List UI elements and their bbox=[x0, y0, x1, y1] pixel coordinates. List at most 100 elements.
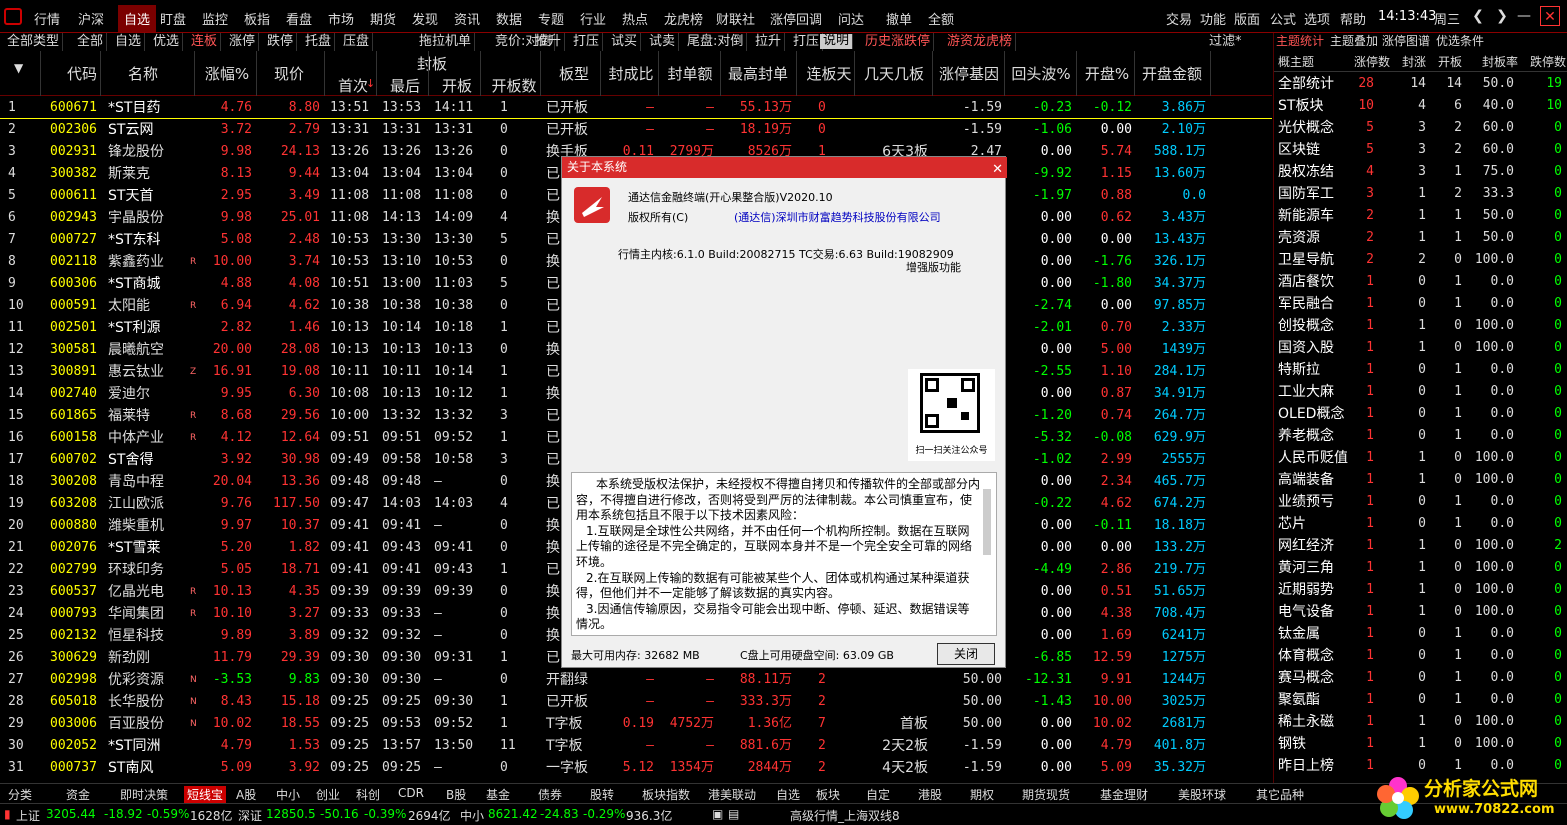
theme-row[interactable]: 壳资源 2 1 1 50.0 0 bbox=[1274, 227, 1567, 249]
filter-18[interactable]: 说明 bbox=[820, 34, 854, 49]
bottom-tab-8[interactable]: CDR bbox=[398, 786, 424, 800]
theme-row[interactable]: 光伏概念 5 3 2 60.0 0 bbox=[1274, 117, 1567, 139]
header-18[interactable]: 开盘金额 bbox=[1136, 63, 1208, 84]
theme-row[interactable]: 人民币贬值 1 1 0 100.0 0 bbox=[1274, 447, 1567, 469]
theme-row[interactable]: 业绩预亏 1 0 1 0.0 0 bbox=[1274, 491, 1567, 513]
feed-name[interactable]: 高级行情_上海双线8 bbox=[790, 807, 900, 824]
menu-2[interactable]: 自选 bbox=[118, 5, 157, 32]
table-row[interactable]: 29 003006 百亚股份 N 10.02 18.55 09:25 09:53 09:52 1 T… bbox=[0, 713, 1272, 735]
bottom-tab-6[interactable]: 创业 bbox=[316, 786, 340, 803]
back-icon[interactable]: ❮ bbox=[1468, 6, 1488, 26]
menu-5[interactable]: 板指 bbox=[244, 9, 270, 28]
theme-header-4[interactable]: 封板率 bbox=[1482, 53, 1518, 70]
theme-row[interactable]: 赛马概念 1 0 1 0.0 0 bbox=[1274, 667, 1567, 689]
header-2[interactable]: 涨幅% bbox=[198, 63, 256, 84]
theme-row[interactable]: 网红经济 1 1 0 100.0 2 bbox=[1274, 535, 1567, 557]
bottom-tab-13[interactable]: 板块指数 bbox=[642, 786, 690, 803]
bottom-tab-7[interactable]: 科创 bbox=[356, 786, 380, 803]
theme-row[interactable]: 酒店餐饮 1 0 1 0.0 0 bbox=[1274, 271, 1567, 293]
theme-row[interactable]: 电气设备 1 1 0 100.0 0 bbox=[1274, 601, 1567, 623]
theme-row[interactable]: 养老概念 1 0 1 0.0 0 bbox=[1274, 425, 1567, 447]
theme-header-5[interactable]: 跌停数 bbox=[1530, 53, 1566, 70]
theme-row[interactable]: 芯片 1 0 1 0.0 0 bbox=[1274, 513, 1567, 535]
bottom-tab-11[interactable]: 债券 bbox=[538, 786, 562, 803]
filter-17[interactable]: 打压 bbox=[790, 33, 824, 51]
theme-row[interactable]: 钛金属 1 0 1 0.0 0 bbox=[1274, 623, 1567, 645]
menu-9[interactable]: 发现 bbox=[412, 9, 438, 28]
filter-settings[interactable]: 过滤* bbox=[1206, 33, 1245, 51]
table-row[interactable]: 1 600671 *ST目药 4.76 8.80 13:51 13:53 14:11 1 已开板 –… bbox=[0, 97, 1272, 119]
filter-5[interactable]: 涨停 bbox=[226, 33, 260, 51]
filter-7[interactable]: 托盘 bbox=[302, 33, 336, 51]
forward-icon[interactable]: ❯ bbox=[1492, 6, 1512, 26]
table-row[interactable]: 30 002052 *ST同洲 4.79 1.53 09:25 13:57 13:50 11 T字… bbox=[0, 735, 1272, 757]
theme-row[interactable]: 军民融合 1 0 1 0.0 0 bbox=[1274, 293, 1567, 315]
bottom-tab-20[interactable]: 期货现货 bbox=[1022, 786, 1070, 803]
theme-row[interactable]: 黄河三角 1 1 0 100.0 0 bbox=[1274, 557, 1567, 579]
menu-12[interactable]: 专题 bbox=[538, 9, 564, 28]
company-link[interactable]: (通达信)深圳市财富趋势科技股份有限公司 bbox=[734, 209, 941, 225]
theme-header-2[interactable]: 封涨 bbox=[1402, 53, 1426, 70]
menu-1[interactable]: 沪深 bbox=[78, 9, 104, 28]
header-13[interactable]: 连板天 bbox=[802, 63, 856, 84]
menu-15[interactable]: 龙虎榜 bbox=[664, 9, 703, 28]
table-row[interactable]: 27 002998 优彩资源 N -3.53 9.83 09:30 09:30–0 开翻绿 – –8… bbox=[0, 669, 1272, 691]
header-16[interactable]: 回头波% bbox=[1010, 63, 1072, 84]
menu-14[interactable]: 热点 bbox=[622, 9, 648, 28]
theme-row[interactable]: 新能源车 2 1 1 50.0 0 bbox=[1274, 205, 1567, 227]
theme-tab-1[interactable]: 主题叠加 bbox=[1330, 33, 1378, 49]
bottom-tab-22[interactable]: 美股环球 bbox=[1178, 786, 1226, 803]
theme-row[interactable]: 工业大麻 1 0 1 0.0 0 bbox=[1274, 381, 1567, 403]
filter-13[interactable]: 试买 bbox=[608, 33, 642, 51]
menu-11[interactable]: 数据 bbox=[496, 9, 522, 28]
menu-6[interactable]: 看盘 bbox=[286, 9, 312, 28]
bottom-tab-21[interactable]: 基金理财 bbox=[1100, 786, 1148, 803]
bottom-tab-14[interactable]: 港美联动 bbox=[708, 786, 756, 803]
header-15[interactable]: 涨停基因 bbox=[936, 63, 1002, 84]
theme-row[interactable]: 卫星导航 2 2 0 100.0 0 bbox=[1274, 249, 1567, 271]
theme-row[interactable]: 全部统计 28 14 14 50.0 19 bbox=[1274, 73, 1567, 95]
theme-row[interactable]: 高端装备 1 1 0 100.0 0 bbox=[1274, 469, 1567, 491]
header-8[interactable]: 开板数 bbox=[484, 75, 544, 96]
menu-7[interactable]: 市场 bbox=[328, 9, 354, 28]
theme-row[interactable]: 创投概念 1 1 0 100.0 0 bbox=[1274, 315, 1567, 337]
menu-right-4[interactable]: 选项 bbox=[1304, 9, 1330, 28]
minimize-icon[interactable]: — bbox=[1514, 6, 1534, 26]
theme-row[interactable]: 体育概念 1 0 1 0.0 0 bbox=[1274, 645, 1567, 667]
menu-8[interactable]: 期货 bbox=[370, 9, 396, 28]
bottom-tab-15[interactable]: 自选 bbox=[776, 786, 800, 803]
theme-row[interactable]: 近期弱势 1 1 0 100.0 0 bbox=[1274, 579, 1567, 601]
theme-tab-2[interactable]: 涨停图谱 bbox=[1382, 33, 1430, 49]
dialog-close-icon[interactable]: ✕ bbox=[992, 159, 1003, 180]
header-0[interactable]: 代码 bbox=[52, 63, 112, 84]
theme-row[interactable]: 特斯拉 1 0 1 0.0 0 bbox=[1274, 359, 1567, 381]
theme-header-1[interactable]: 涨停数 bbox=[1354, 53, 1390, 70]
sort-menu-icon[interactable]: ▼ bbox=[14, 61, 23, 75]
filter-4[interactable]: 连板 bbox=[188, 33, 222, 51]
bottom-tab-3[interactable]: 短线宝 bbox=[184, 786, 227, 803]
theme-row[interactable]: OLED概念 1 0 1 0.0 0 bbox=[1274, 403, 1567, 425]
bottom-tab-4[interactable]: A股 bbox=[236, 786, 256, 803]
filter-0[interactable]: 全部类型 bbox=[4, 33, 64, 51]
menu-right-1[interactable]: 功能 bbox=[1200, 9, 1226, 28]
menu-right-5[interactable]: 帮助 bbox=[1340, 9, 1366, 28]
theme-row[interactable]: 聚氨酯 1 0 1 0.0 0 bbox=[1274, 689, 1567, 711]
menu-20[interactable]: 全额 bbox=[928, 9, 954, 28]
header-10[interactable]: 封成比 bbox=[604, 63, 658, 84]
bottom-tab-19[interactable]: 期权 bbox=[970, 786, 994, 803]
filter-16[interactable]: 拉升 bbox=[752, 33, 786, 51]
theme-header-0[interactable]: 概主题 bbox=[1278, 53, 1314, 70]
filter-20[interactable]: 游资龙虎榜 bbox=[944, 33, 1017, 51]
menu-10[interactable]: 资讯 bbox=[454, 9, 480, 28]
menu-19[interactable]: 撤单 bbox=[886, 9, 912, 28]
menu-18[interactable]: 问达 bbox=[838, 9, 864, 28]
close-icon[interactable]: ✕ bbox=[1540, 6, 1560, 26]
close-button[interactable]: 关闭 bbox=[937, 643, 995, 665]
menu-17[interactable]: 涨停回调 bbox=[770, 9, 822, 28]
bottom-tab-1[interactable]: 资金 bbox=[66, 786, 90, 803]
table-row[interactable]: 31 000737 ST南风 5.09 3.92 09:25 09:25–0 一字板 5.12 1… bbox=[0, 757, 1272, 779]
filter-14[interactable]: 试卖 bbox=[646, 33, 680, 51]
header-14[interactable]: 几天几板 bbox=[858, 63, 930, 84]
theme-row[interactable]: 国资入股 1 1 0 100.0 0 bbox=[1274, 337, 1567, 359]
theme-row[interactable]: ST板块 10 4 6 40.0 10 bbox=[1274, 95, 1567, 117]
